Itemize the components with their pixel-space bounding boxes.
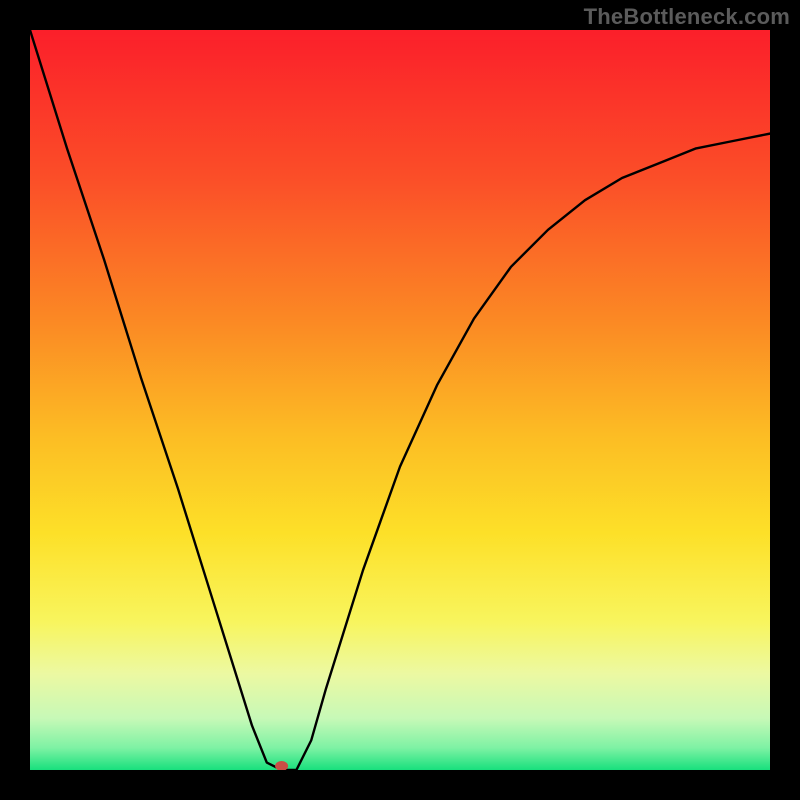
chart-frame: TheBottleneck.com [0, 0, 800, 800]
chart-svg [30, 30, 770, 770]
chart-background [30, 30, 770, 770]
plot-area [30, 30, 770, 770]
watermark-text: TheBottleneck.com [584, 4, 790, 30]
